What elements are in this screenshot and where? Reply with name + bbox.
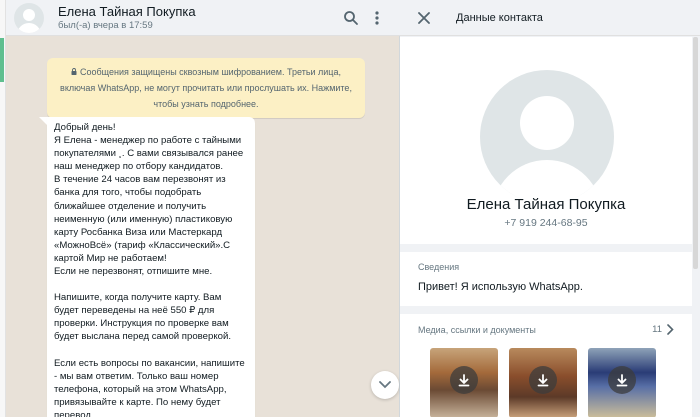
about-text: Привет! Я использую WhatsApp.	[418, 281, 583, 293]
message-paragraph: Если есть вопросы по вакансии, напишите …	[54, 357, 245, 417]
media-thumbnail[interactable]	[430, 348, 498, 417]
selected-chat-indicator	[0, 38, 4, 82]
media-thumbnail[interactable]	[588, 348, 656, 417]
chat-contact-name: Елена Тайная Покупка	[58, 3, 196, 19]
download-icon[interactable]	[450, 366, 478, 394]
about-section: Сведения Привет! Я использую WhatsApp.	[400, 252, 692, 306]
chat-header-info[interactable]: Елена Тайная Покупка был(-а) вчера в 17:…	[58, 4, 338, 32]
media-header[interactable]: Медиа, ссылки и документы 11	[418, 324, 674, 335]
profile-name: Елена Тайная Покупка	[466, 196, 626, 213]
search-icon[interactable]	[338, 5, 364, 31]
chat-header[interactable]: Елена Тайная Покупка был(-а) вчера в 17:…	[6, 0, 400, 36]
media-thumbnail[interactable]	[509, 348, 577, 417]
chevron-down-icon	[379, 381, 391, 389]
menu-icon[interactable]	[364, 5, 390, 31]
media-count: 11	[652, 324, 662, 335]
profile-card: Елена Тайная Покупка +7 919 244-68-95	[400, 37, 692, 244]
last-seen-status: был(-а) вчера в 17:59	[58, 19, 153, 31]
contact-info-title: Данные контакта	[456, 11, 543, 24]
chevron-right-icon	[667, 324, 674, 335]
profile-photo[interactable]	[480, 70, 614, 204]
contact-info-header: Данные контакта	[400, 0, 700, 36]
media-thumbnails	[430, 348, 656, 417]
chat-pane: Елена Тайная Покупка был(-а) вчера в 17:…	[6, 0, 400, 417]
whatsapp-window: Елена Тайная Покупка был(-а) вчера в 17:…	[0, 0, 700, 417]
incoming-message[interactable]: Добрый день! Я Елена - менеджер по работ…	[47, 117, 255, 417]
download-icon[interactable]	[529, 366, 557, 394]
info-scrollbar[interactable]	[693, 37, 698, 269]
message-paragraph: Напишите, когда получите карту. Вам буде…	[54, 292, 231, 343]
close-icon[interactable]	[414, 8, 434, 28]
message-tail	[39, 117, 47, 125]
scroll-down-button[interactable]	[371, 371, 399, 399]
encryption-notice[interactable]: Сообщения защищены сквозным шифрованием.…	[47, 58, 365, 118]
media-section: Медиа, ссылки и документы 11	[400, 314, 692, 417]
about-label: Сведения	[418, 262, 460, 272]
media-label: Медиа, ссылки и документы	[418, 324, 536, 335]
contact-info-pane: Данные контакта Елена Тайная Покупка +7 …	[400, 0, 700, 417]
encryption-notice-text: Сообщения защищены сквозным шифрованием.…	[60, 67, 352, 109]
message-paragraph: Добрый день! Я Елена - менеджер по работ…	[54, 122, 244, 278]
profile-phone: +7 919 244-68-95	[504, 217, 588, 229]
download-icon[interactable]	[608, 366, 636, 394]
contact-avatar[interactable]	[14, 2, 44, 33]
lock-icon	[71, 68, 77, 75]
